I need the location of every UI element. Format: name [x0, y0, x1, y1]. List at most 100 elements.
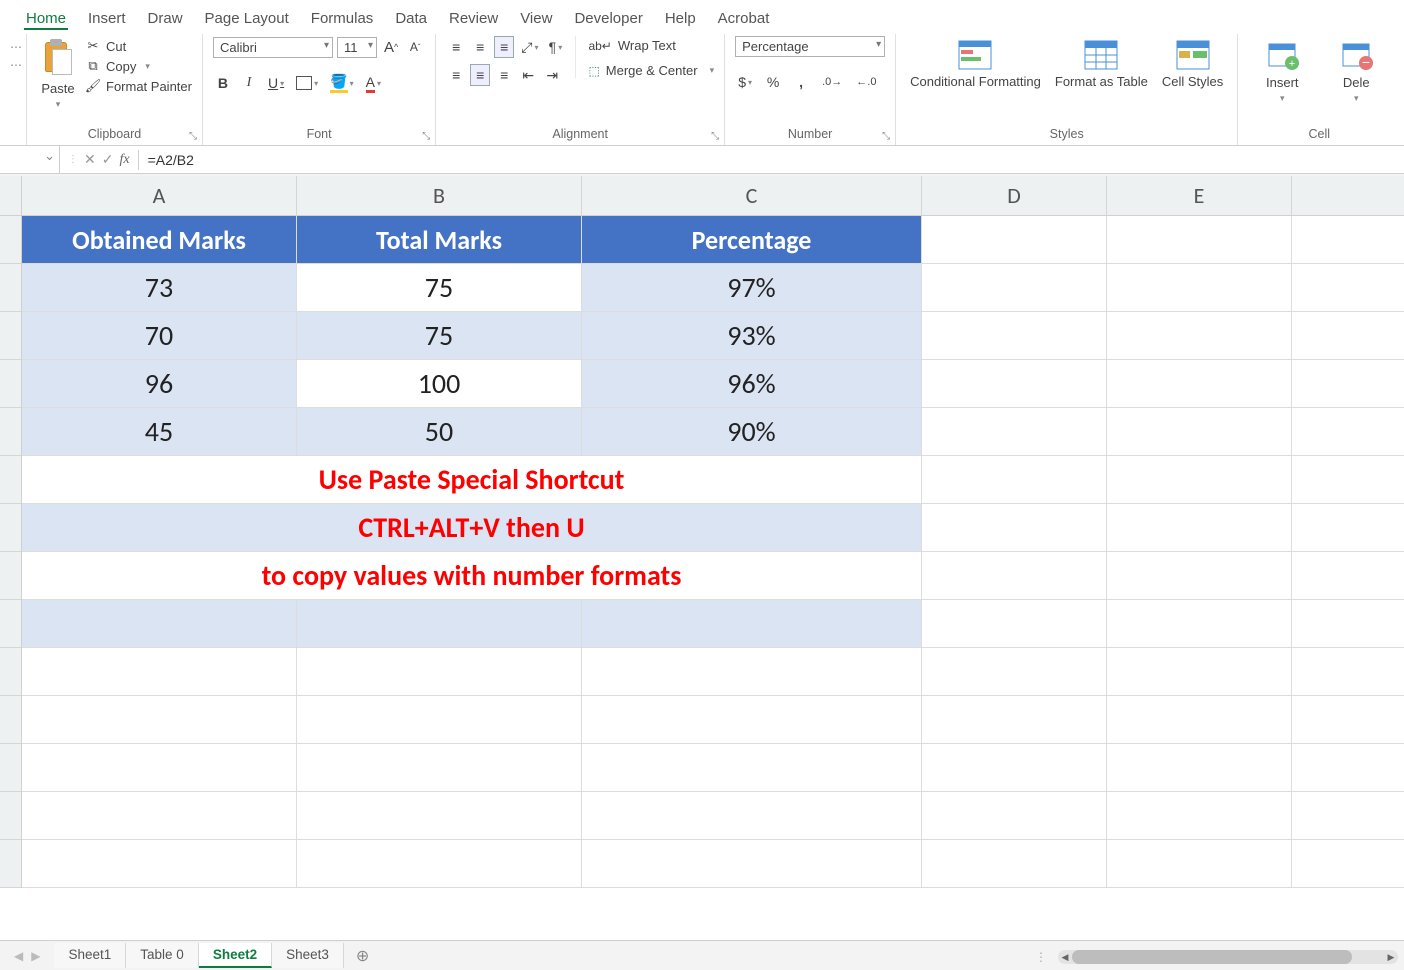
ribbon-tab-data[interactable]: Data: [393, 6, 429, 30]
cell[interactable]: [582, 648, 922, 696]
column-header[interactable]: C: [582, 176, 922, 216]
cell[interactable]: [922, 840, 1107, 888]
increase-font-button[interactable]: A^: [381, 36, 401, 58]
cell[interactable]: 97%: [582, 264, 922, 312]
cell[interactable]: [922, 312, 1107, 360]
cell[interactable]: [297, 696, 582, 744]
align-center-button[interactable]: ≡: [470, 64, 490, 86]
column-header[interactable]: E: [1107, 176, 1292, 216]
clipboard-launcher[interactable]: ⤡: [186, 129, 200, 143]
cell[interactable]: [1292, 696, 1404, 744]
cell[interactable]: [1292, 744, 1404, 792]
scroll-right-button[interactable]: ▶: [1384, 950, 1398, 964]
format-painter-button[interactable]: 🖌Format Painter: [85, 78, 192, 94]
cell[interactable]: [1107, 408, 1292, 456]
merge-center-button[interactable]: ⬚Merge & Center▾: [588, 63, 714, 78]
cell[interactable]: Total Marks: [297, 216, 582, 264]
redo-button[interactable]: ⋯: [10, 58, 22, 72]
cell[interactable]: [1292, 456, 1404, 504]
sheet-nav-prev[interactable]: ◀: [14, 949, 23, 963]
cell[interactable]: [922, 600, 1107, 648]
cell[interactable]: [922, 744, 1107, 792]
cell[interactable]: [922, 696, 1107, 744]
cell[interactable]: [22, 600, 297, 648]
cell[interactable]: Percentage: [582, 216, 922, 264]
cell[interactable]: [922, 792, 1107, 840]
column-header[interactable]: D: [922, 176, 1107, 216]
cell[interactable]: [297, 840, 582, 888]
insert-cells-button[interactable]: + Insert ▾: [1248, 36, 1316, 106]
cell-styles-button[interactable]: Cell Styles: [1158, 36, 1227, 91]
column-header[interactable]: [1292, 176, 1404, 216]
formula-input[interactable]: =A2/B2: [138, 152, 194, 168]
cell[interactable]: [582, 600, 922, 648]
cell[interactable]: [297, 744, 582, 792]
decrease-font-button[interactable]: Aˇ: [405, 36, 425, 58]
fx-icon[interactable]: fx: [119, 152, 129, 168]
cell[interactable]: [922, 264, 1107, 312]
cell[interactable]: [1107, 792, 1292, 840]
increase-decimal-button[interactable]: .0→: [819, 71, 845, 93]
horizontal-scrollbar[interactable]: ◀ ▶: [1058, 950, 1398, 964]
cells-area[interactable]: Obtained MarksTotal MarksPercentage73759…: [22, 216, 1404, 888]
delete-cells-button[interactable]: − Dele ▾: [1322, 36, 1390, 106]
sheet-tab[interactable]: Table 0: [126, 943, 199, 968]
merged-message-cell[interactable]: CTRL+ALT+V then U: [22, 504, 922, 552]
cancel-formula-button[interactable]: ✕: [84, 151, 96, 168]
font-launcher[interactable]: ⤡: [419, 129, 433, 143]
add-sheet-button[interactable]: ⊕: [344, 946, 381, 966]
format-as-table-button[interactable]: Format as Table: [1051, 36, 1152, 91]
cell[interactable]: [922, 648, 1107, 696]
cell[interactable]: 93%: [582, 312, 922, 360]
align-right-button[interactable]: ≡: [494, 64, 514, 86]
cell[interactable]: [1107, 456, 1292, 504]
font-color-button[interactable]: A: [363, 72, 384, 94]
borders-button[interactable]: [293, 72, 321, 94]
enter-formula-button[interactable]: ✓: [102, 151, 114, 168]
cell[interactable]: [22, 696, 297, 744]
cell[interactable]: [1292, 552, 1404, 600]
cell[interactable]: [1107, 648, 1292, 696]
cell[interactable]: [297, 648, 582, 696]
orientation-button[interactable]: ⤢: [518, 36, 541, 58]
alignment-launcher[interactable]: ⤡: [708, 129, 722, 143]
align-middle-button[interactable]: ≡: [470, 36, 490, 58]
number-format-select[interactable]: Percentage: [735, 36, 885, 57]
ribbon-tab-draw[interactable]: Draw: [146, 6, 185, 30]
cell[interactable]: 45: [22, 408, 297, 456]
cell[interactable]: 75: [297, 312, 582, 360]
column-header[interactable]: A: [22, 176, 297, 216]
text-direction-button[interactable]: ¶: [545, 36, 565, 58]
cell[interactable]: [582, 840, 922, 888]
cell[interactable]: [1292, 840, 1404, 888]
cell[interactable]: 100: [297, 360, 582, 408]
ribbon-tab-developer[interactable]: Developer: [572, 6, 644, 30]
decrease-decimal-button[interactable]: ←.0: [853, 71, 879, 93]
align-bottom-button[interactable]: ≡: [494, 36, 514, 58]
cell[interactable]: [922, 552, 1107, 600]
bold-button[interactable]: B: [213, 72, 233, 94]
scrollbar-thumb[interactable]: [1072, 950, 1352, 964]
cell[interactable]: Obtained Marks: [22, 216, 297, 264]
column-header[interactable]: B: [297, 176, 582, 216]
cell[interactable]: 90%: [582, 408, 922, 456]
sheet-tab[interactable]: Sheet3: [272, 943, 344, 968]
scroll-left-button[interactable]: ◀: [1058, 950, 1072, 964]
cell[interactable]: [922, 360, 1107, 408]
cell[interactable]: 96: [22, 360, 297, 408]
percent-format-button[interactable]: %: [763, 71, 783, 93]
cell[interactable]: [1107, 696, 1292, 744]
cell[interactable]: [1292, 648, 1404, 696]
cell[interactable]: [922, 456, 1107, 504]
cell[interactable]: [1107, 264, 1292, 312]
cell[interactable]: [582, 792, 922, 840]
comma-format-button[interactable]: ,: [791, 71, 811, 93]
fill-color-button[interactable]: 🪣: [327, 72, 356, 94]
wrap-text-button[interactable]: ab↵Wrap Text: [588, 38, 714, 53]
align-left-button[interactable]: ≡: [446, 64, 466, 86]
font-size-select[interactable]: 11: [337, 37, 377, 58]
ribbon-tab-home[interactable]: Home: [24, 6, 68, 30]
cell[interactable]: [1107, 360, 1292, 408]
cell[interactable]: [22, 648, 297, 696]
cell[interactable]: [1292, 792, 1404, 840]
